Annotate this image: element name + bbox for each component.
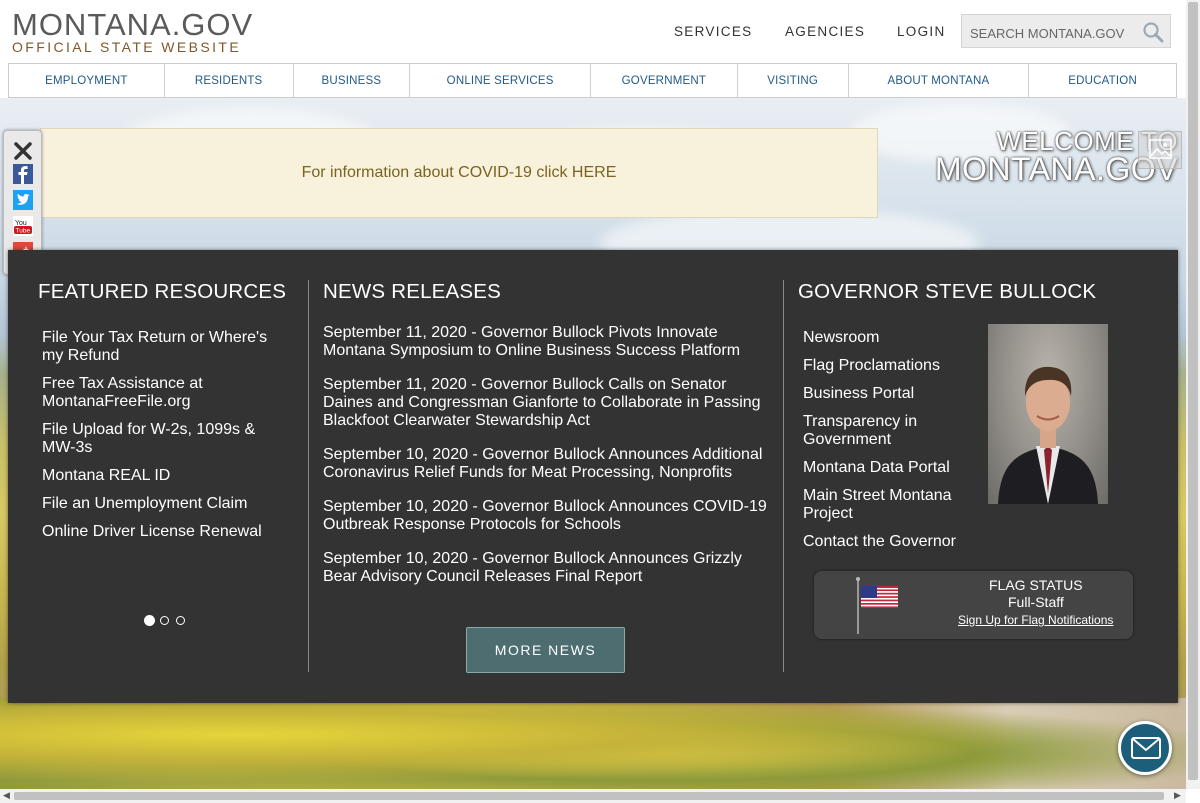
horizontal-scrollbar[interactable]: ◀ ▶	[0, 789, 1186, 803]
featured-link-file-upload[interactable]: File Upload for W-2s, 1099s & MW-3s	[42, 421, 292, 457]
nav-employment[interactable]: EMPLOYMENT	[9, 64, 165, 97]
nav-visiting[interactable]: VISITING	[738, 64, 849, 97]
flag-status-title: FLAG STATUS	[989, 577, 1083, 593]
scroll-left-arrow-icon[interactable]: ◀	[3, 790, 10, 801]
carousel-dot-3[interactable]	[176, 616, 185, 625]
youtube-icon[interactable]: You Tube	[13, 216, 33, 236]
featured-link-unemployment[interactable]: File an Unemployment Claim	[42, 495, 292, 513]
agencies-link[interactable]: AGENCIES	[785, 24, 865, 39]
covid-banner[interactable]: For information about COVID-19 click HER…	[40, 128, 878, 218]
vertical-scrollbar[interactable]	[1186, 0, 1200, 789]
search-icon[interactable]	[1142, 21, 1164, 43]
featured-link-free-tax[interactable]: Free Tax Assistance at MontanaFreeFile.o…	[42, 375, 292, 411]
content-panel: FEATURED RESOURCES File Your Tax Return …	[8, 250, 1178, 703]
scroll-right-arrow-icon[interactable]: ▶	[1174, 790, 1181, 801]
covid-banner-text[interactable]: For information about COVID-19 click HER…	[302, 164, 617, 182]
governor-link-business-portal[interactable]: Business Portal	[803, 385, 973, 403]
governor-link-main-street[interactable]: Main Street Montana Project	[803, 487, 973, 523]
news-item[interactable]: September 10, 2020 - Governor Bullock An…	[323, 446, 773, 482]
twitter-icon[interactable]	[13, 190, 33, 210]
flag-notifications-link[interactable]: Sign Up for Flag Notifications	[958, 613, 1113, 627]
governor-link-newsroom[interactable]: Newsroom	[803, 329, 973, 347]
site-header: MONTANA.GOV OFFICIAL STATE WEBSITE SERVI…	[0, 0, 1186, 63]
search-input[interactable]	[968, 22, 1132, 44]
governor-photo	[988, 324, 1108, 504]
news-item[interactable]: September 11, 2020 - Governor Bullock Pi…	[323, 324, 773, 360]
search-box	[961, 14, 1171, 48]
featured-link-driver-license[interactable]: Online Driver License Renewal	[42, 523, 292, 541]
news-item[interactable]: September 11, 2020 - Governor Bullock Ca…	[323, 376, 773, 430]
governor-link-transparency[interactable]: Transparency in Government	[803, 413, 973, 449]
nav-government[interactable]: GOVERNMENT	[591, 64, 738, 97]
close-icon[interactable]	[13, 141, 33, 161]
svg-text:You: You	[15, 220, 27, 227]
governor-title: GOVERNOR STEVE BULLOCK	[798, 280, 1097, 303]
login-link[interactable]: LOGIN	[897, 24, 946, 39]
horizontal-scroll-thumb[interactable]	[14, 792, 1164, 800]
news-item[interactable]: September 10, 2020 - Governor Bullock An…	[323, 550, 773, 586]
facebook-icon[interactable]	[13, 164, 33, 184]
carousel-dot-1[interactable]	[144, 615, 155, 626]
news-releases-title: NEWS RELEASES	[323, 280, 502, 303]
chat-button[interactable]	[1118, 721, 1172, 775]
more-news-button[interactable]: MORE NEWS	[466, 627, 625, 673]
vertical-scroll-thumb[interactable]	[1188, 2, 1198, 780]
nav-online-services[interactable]: ONLINE SERVICES	[410, 64, 591, 97]
flag-status-value: Full-Staff	[1008, 594, 1064, 610]
carousel-dot-2[interactable]	[160, 616, 169, 625]
governor-link-data-portal[interactable]: Montana Data Portal	[803, 459, 973, 477]
services-link[interactable]: SERVICES	[674, 24, 752, 39]
governor-link-flag-proclamations[interactable]: Flag Proclamations	[803, 357, 973, 375]
nav-about-montana[interactable]: ABOUT MONTANA	[849, 64, 1030, 97]
governor-link-contact[interactable]: Contact the Governor	[803, 533, 973, 551]
site-logo-subtitle: OFFICIAL STATE WEBSITE	[12, 39, 242, 55]
nav-residents[interactable]: RESIDENTS	[165, 64, 294, 97]
news-item[interactable]: September 10, 2020 - Governor Bullock An…	[323, 498, 773, 534]
featured-link-real-id[interactable]: Montana REAL ID	[42, 467, 292, 485]
featured-link-tax-return[interactable]: File Your Tax Return or Where's my Refun…	[42, 329, 292, 365]
envelope-icon	[1131, 737, 1161, 764]
nav-education[interactable]: EDUCATION	[1029, 64, 1176, 97]
column-divider	[783, 280, 784, 672]
svg-text:Tube: Tube	[16, 228, 31, 235]
flag-icon	[856, 576, 904, 639]
column-divider	[308, 280, 309, 672]
site-logo[interactable]: MONTANA.GOV	[12, 8, 253, 42]
featured-resources-title: FEATURED RESOURCES	[38, 280, 287, 303]
flag-status-box: FLAG STATUS Full-Staff Sign Up for Flag …	[814, 571, 1133, 639]
nav-business[interactable]: BUSINESS	[294, 64, 411, 97]
main-nav: EMPLOYMENT RESIDENTS BUSINESS ONLINE SER…	[8, 63, 1177, 98]
broken-image-icon	[1138, 131, 1182, 169]
